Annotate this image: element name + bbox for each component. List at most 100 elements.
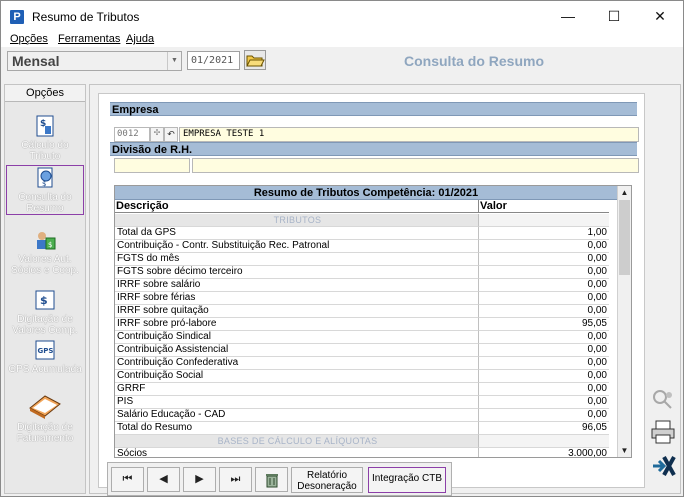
table-row[interactable]: IRRF sobre férias 0,00 — [115, 292, 617, 305]
report-icon: $ — [37, 167, 53, 188]
printer-icon — [651, 420, 675, 444]
open-folder-button[interactable] — [244, 50, 266, 70]
grid-scrollbar[interactable]: ▲ ▼ — [617, 186, 631, 457]
delete-button[interactable] — [255, 467, 288, 492]
cell-descricao: Contribuição Confederativa — [115, 357, 479, 370]
trash-icon — [265, 474, 278, 488]
sidebar-header: Opções — [5, 85, 85, 102]
cell-descricao: PIS — [115, 396, 479, 409]
search-person-button[interactable] — [649, 386, 677, 414]
svg-text:$: $ — [42, 180, 46, 188]
divisao-code-input[interactable] — [114, 158, 190, 173]
options-sidebar: Opções $ Cálculo do Tributo $ Consulta d… — [4, 84, 86, 494]
cell-valor: 0,00 — [479, 266, 609, 279]
lookup-icon: ✣ — [153, 128, 161, 137]
cell-valor: 0,00 — [479, 344, 609, 357]
sidebar-item-consulta-resumo[interactable]: $ Consulta do Resumo — [6, 165, 84, 215]
cell-valor — [479, 214, 609, 227]
cell-valor: 0,00 — [479, 357, 609, 370]
table-row[interactable]: Contribuição - Contr. Substituição Rec. … — [115, 240, 617, 253]
column-header-valor[interactable]: Valor — [479, 200, 609, 213]
scroll-down-arrow-icon[interactable]: ▼ — [618, 444, 631, 457]
table-row[interactable]: Contribuição Social 0,00 — [115, 370, 617, 383]
sidebar-item-label: Valores Aut. Sócios e Coop. — [11, 254, 79, 276]
table-row[interactable]: Total da GPS 1,00 — [115, 227, 617, 240]
cell-valor: 0,00 — [479, 331, 609, 344]
print-button[interactable] — [649, 418, 677, 446]
table-row[interactable]: Contribuição Sindical 0,00 — [115, 331, 617, 344]
cell-valor: 96,05 — [479, 422, 609, 435]
table-row[interactable]: PIS 0,00 — [115, 396, 617, 409]
sidebar-item-digitacao-faturamento[interactable]: Digitação de Faturamento — [7, 390, 83, 444]
table-row[interactable]: Salário Educação - CAD 0,00 — [115, 409, 617, 422]
minimize-button[interactable]: — — [545, 1, 591, 32]
menu-ferramentas[interactable]: Ferramentas — [58, 33, 120, 45]
group-header-row[interactable]: BASES DE CÁLCULO E ALÍQUOTAS — [115, 435, 617, 448]
table-row[interactable]: Contribuição Assistencial 0,00 — [115, 344, 617, 357]
prev-record-button[interactable]: ◀ — [147, 467, 180, 492]
table-row[interactable]: IRRF sobre salário 0,00 — [115, 279, 617, 292]
period-select[interactable]: Mensal ▼ — [7, 51, 182, 71]
first-record-button[interactable]: ⏮ — [111, 467, 144, 492]
cell-descricao: Contribuição Social — [115, 370, 479, 383]
folder-icon — [246, 55, 265, 67]
desoneracao-label: Desoneração — [297, 481, 357, 492]
cell-descricao: IRRF sobre férias — [115, 292, 479, 305]
scroll-thumb[interactable] — [619, 200, 630, 275]
content-area: Empresa 0012 ✣ ↶ EMPRESA TESTE 1 Divisão… — [98, 93, 645, 496]
chevron-down-icon[interactable]: ▼ — [167, 52, 181, 70]
sidebar-item-label: Consulta do Resumo — [18, 192, 72, 214]
table-row[interactable]: GRRF 0,00 — [115, 383, 617, 396]
relatorio-desoneracao-button[interactable]: Relatório Desoneração — [291, 467, 363, 493]
app-window: P Resumo de Tributos — ☐ ✕ Opções Ferram… — [0, 0, 684, 497]
cell-descricao: Contribuição - Contr. Substituição Rec. … — [115, 240, 479, 253]
cell-valor: 0,00 — [479, 409, 609, 422]
sidebar-item-label: Digitação de Faturamento — [16, 422, 74, 444]
sidebar-item-label: Cálculo do Tributo — [21, 140, 69, 162]
calculator-icon: $ — [36, 115, 54, 137]
group-header-row[interactable]: TRIBUTOS — [115, 214, 617, 227]
app-logo-icon: P — [10, 10, 24, 24]
close-button[interactable]: ✕ — [637, 1, 683, 32]
cell-valor: 0,00 — [479, 370, 609, 383]
scroll-up-arrow-icon[interactable]: ▲ — [618, 186, 631, 199]
cell-valor: 0,00 — [479, 240, 609, 253]
cell-descricao: GRRF — [115, 383, 479, 396]
menu-ajuda[interactable]: Ajuda — [126, 33, 154, 45]
sidebar-item-valores-socios[interactable]: $ Valores Aut. Sócios e Coop. — [7, 228, 83, 276]
next-record-button[interactable]: ▶ — [183, 467, 216, 492]
menu-opcoes[interactable]: Opções — [10, 33, 48, 45]
empresa-code-input[interactable]: 0012 — [114, 127, 150, 142]
integracao-ctb-button[interactable]: Integração CTB — [368, 467, 446, 493]
cell-descricao: Contribuição Assistencial — [115, 344, 479, 357]
menu-bar: Opções Ferramentas Ajuda — [1, 32, 683, 47]
exit-button[interactable] — [649, 452, 677, 480]
cell-descricao: FGTS sobre décimo terceiro — [115, 266, 479, 279]
table-row[interactable]: Total do Resumo 96,05 — [115, 422, 617, 435]
svg-text:GPS: GPS — [38, 347, 54, 355]
empresa-lookup-button[interactable]: ✣ — [150, 127, 164, 142]
toolbar: Mensal ▼ 01/2021 Consulta do Resumo — [1, 47, 683, 76]
cell-descricao: FGTS do mês — [115, 253, 479, 266]
column-header-descricao[interactable]: Descrição — [115, 200, 479, 213]
main-panel: Empresa 0012 ✣ ↶ EMPRESA TESTE 1 Divisão… — [89, 84, 681, 496]
maximize-button[interactable]: ☐ — [591, 1, 637, 32]
empresa-header: Empresa — [110, 102, 637, 116]
sidebar-item-calculo-tributo[interactable]: $ Cálculo do Tributo — [7, 114, 83, 162]
cell-descricao: Total da GPS — [115, 227, 479, 240]
last-record-button[interactable]: ⏭ — [219, 467, 252, 492]
table-row[interactable]: Contribuição Confederativa 0,00 — [115, 357, 617, 370]
table-row[interactable]: FGTS do mês 0,00 — [115, 253, 617, 266]
cell-valor: 0,00 — [479, 396, 609, 409]
competencia-input[interactable]: 01/2021 — [187, 51, 240, 70]
cell-descricao: Sócios — [115, 448, 479, 457]
empresa-name-field: EMPRESA TESTE 1 — [179, 127, 639, 142]
sidebar-item-digitacao-valores[interactable]: $ Digitação de Valores Comp. — [7, 288, 83, 336]
sidebar-item-gps-acumulada[interactable]: GPS GPS Acumulada — [7, 338, 83, 375]
table-row[interactable]: FGTS sobre décimo terceiro 0,00 — [115, 266, 617, 279]
book-icon — [29, 395, 61, 419]
table-row[interactable]: Sócios 3.000,00 — [115, 448, 617, 457]
table-row[interactable]: IRRF sobre pró-labore 95,05 — [115, 318, 617, 331]
table-row[interactable]: IRRF sobre quitação 0,00 — [115, 305, 617, 318]
empresa-undo-button[interactable]: ↶ — [164, 127, 178, 142]
